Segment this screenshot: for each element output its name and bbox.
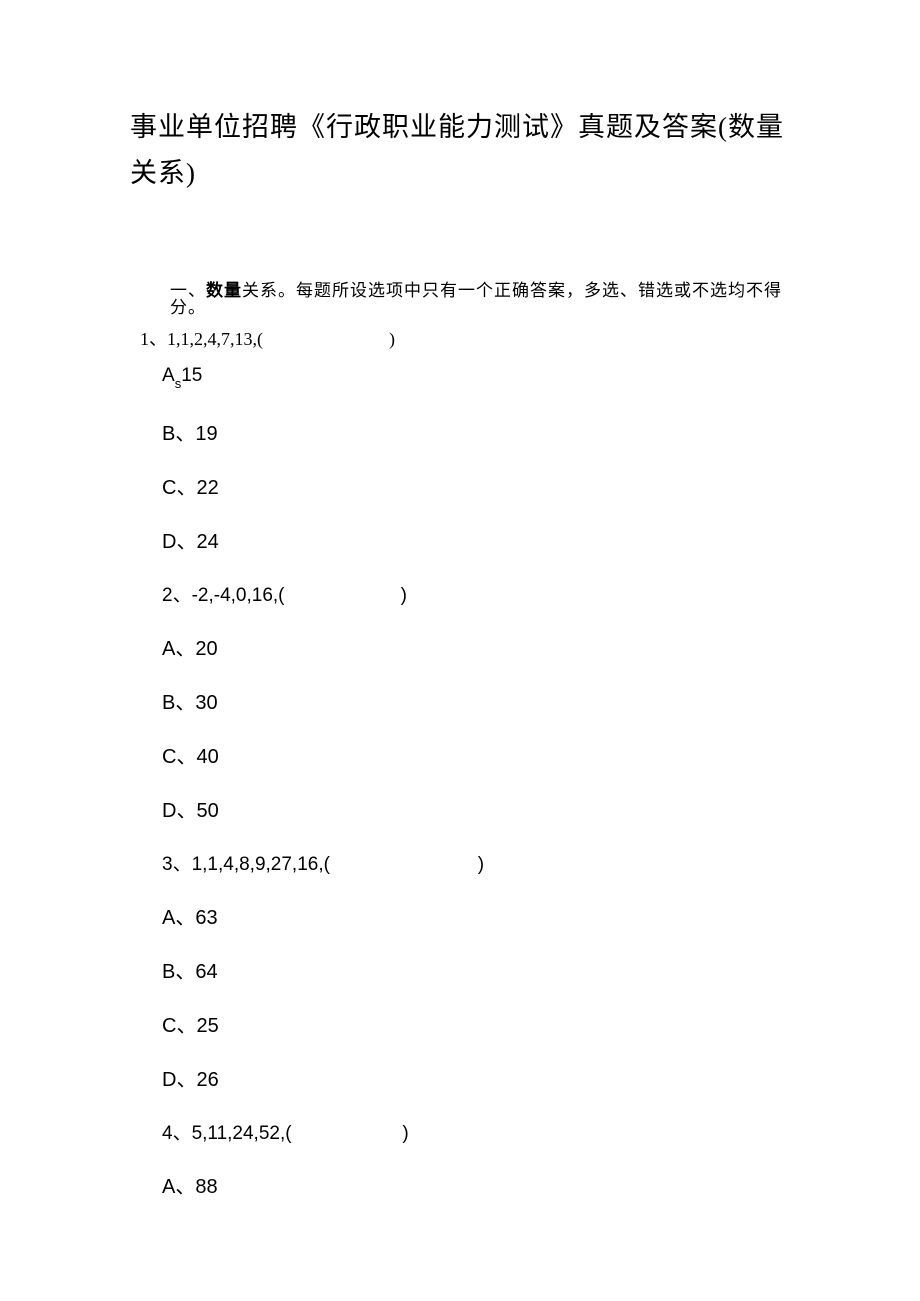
q1-optA-prefix: A xyxy=(162,365,175,386)
q3-option-b: B、64 xyxy=(162,962,790,982)
q3-option-c: C、25 xyxy=(162,1016,790,1036)
q1-option-c: C、22 xyxy=(162,478,790,498)
q3-stem: 3、1,1,4,8,9,27,16,( ) xyxy=(162,855,790,874)
page-title: 事业单位招聘《行政职业能力测试》真题及答案(数量关系) xyxy=(130,105,790,197)
section-intro-rest: 关系。每题所设选项中只有一个正确答案，多选、错选或不选均不得分。 xyxy=(170,281,782,317)
q1-option-d: D、24 xyxy=(162,532,790,552)
section-intro-bold: 数量 xyxy=(206,281,242,300)
section-intro: 一、数量关系。每题所设选项中只有一个正确答案，多选、错选或不选均不得分。 xyxy=(170,282,790,316)
q2-stem: 2、-2,-4,0,16,( ) xyxy=(162,586,790,605)
q2-option-a: A、20 xyxy=(162,639,790,659)
q1-optA-val: 15 xyxy=(181,365,202,386)
q4-option-a: A、88 xyxy=(162,1177,790,1197)
q3-option-a: A、63 xyxy=(162,908,790,928)
q2-option-c: C、40 xyxy=(162,747,790,767)
q1-optA-sub: s xyxy=(175,376,182,391)
q2-option-b: B、30 xyxy=(162,693,790,713)
q2-option-d: D、50 xyxy=(162,801,790,821)
q1-option-a: As15 xyxy=(162,366,790,388)
q3-option-d: D、26 xyxy=(162,1070,790,1090)
q4-stem: 4、5,11,24,52,( ) xyxy=(162,1124,790,1143)
q1-stem: 1、1,1,2,4,7,13,( ) xyxy=(140,330,790,348)
q1-option-b: B、19 xyxy=(162,424,790,444)
